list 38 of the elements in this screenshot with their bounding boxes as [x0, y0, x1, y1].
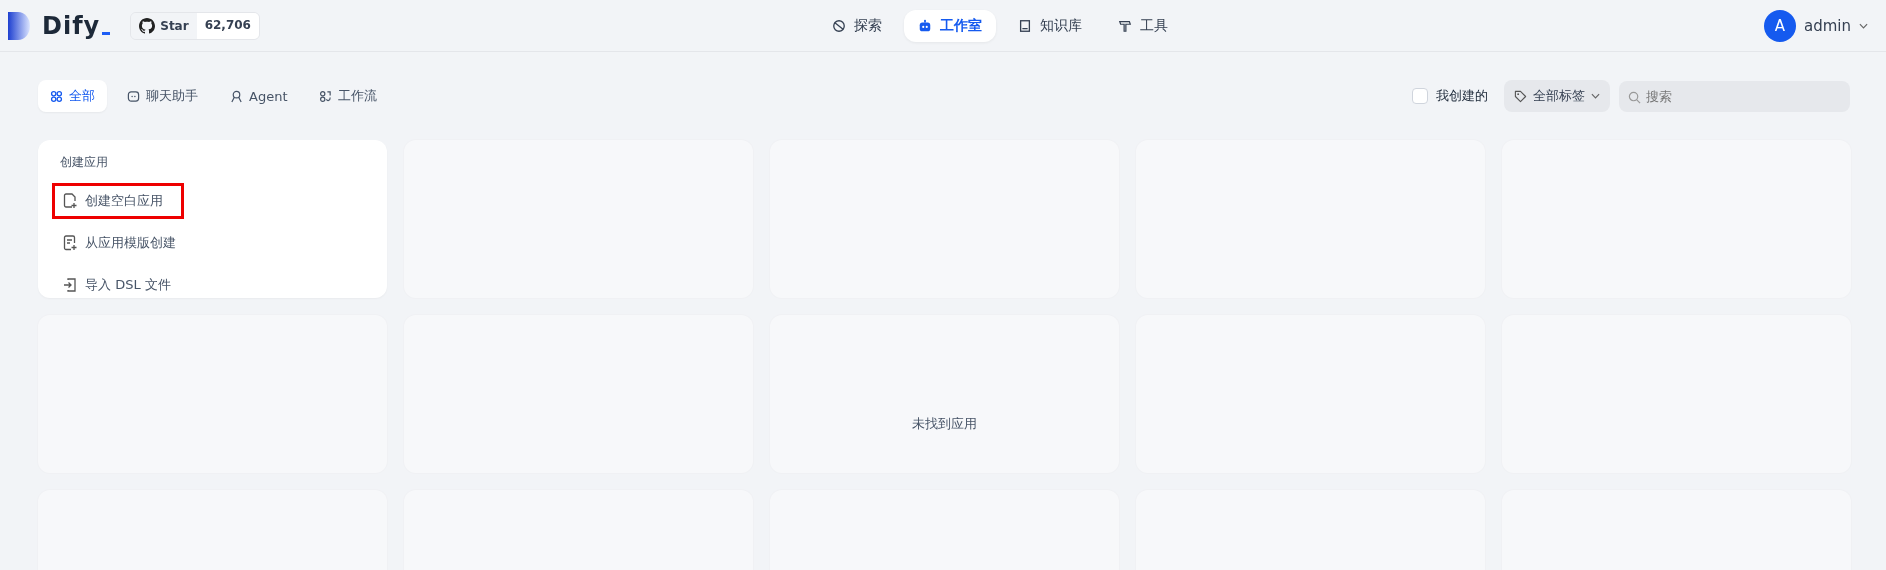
checkbox[interactable] [1412, 88, 1428, 104]
github-star-button[interactable]: Star 62,706 [130, 11, 260, 40]
github-icon [139, 17, 156, 34]
filter-tab[interactable]: Agent [218, 80, 300, 112]
file-plus-icon [63, 193, 77, 209]
nav-tab[interactable]: 工具 [1103, 9, 1182, 42]
book-icon [1017, 18, 1032, 33]
tag-dropdown[interactable]: 全部标签 [1504, 80, 1610, 112]
workflow-icon [319, 89, 333, 103]
card-title: 创建应用 [60, 154, 109, 171]
chevron-down-icon[interactable] [1859, 22, 1868, 29]
empty-message: 未找到应用 [912, 415, 977, 433]
create-option[interactable]: 从应用模版创建 [52, 225, 187, 261]
search-icon [1628, 90, 1641, 104]
import-icon [63, 277, 77, 293]
logo-cursor-icon [102, 32, 111, 35]
nav-tab[interactable]: 知识库 [1003, 9, 1096, 42]
chat-icon [127, 89, 140, 103]
user-name[interactable]: admin [1804, 16, 1851, 35]
robot-icon [917, 18, 932, 33]
create-option[interactable]: 导入 DSL 文件 [52, 267, 182, 303]
nav-tab[interactable]: 探索 [817, 9, 896, 42]
search-field[interactable]: 搜索 [1619, 80, 1850, 112]
person-icon [230, 89, 243, 103]
checkbox-label[interactable]: 我创建的 [1436, 87, 1488, 105]
document-icon [63, 235, 77, 251]
grid-icon [50, 89, 63, 103]
hammer-icon [1117, 18, 1132, 33]
chevron-down-icon [1591, 93, 1600, 99]
filter-tab[interactable]: 聊天助手 [115, 80, 210, 112]
create-option[interactable]: 创建空白应用 [52, 183, 184, 219]
nav-tab[interactable]: 工作室 [903, 9, 996, 42]
user-avatar[interactable]: A [1764, 9, 1796, 42]
logo-text[interactable]: Dify [42, 11, 101, 40]
tag-icon [1514, 89, 1527, 103]
filter-tab[interactable]: 工作流 [307, 80, 390, 112]
filter-tab[interactable]: 全部 [38, 80, 107, 112]
logo-icon [8, 11, 30, 40]
